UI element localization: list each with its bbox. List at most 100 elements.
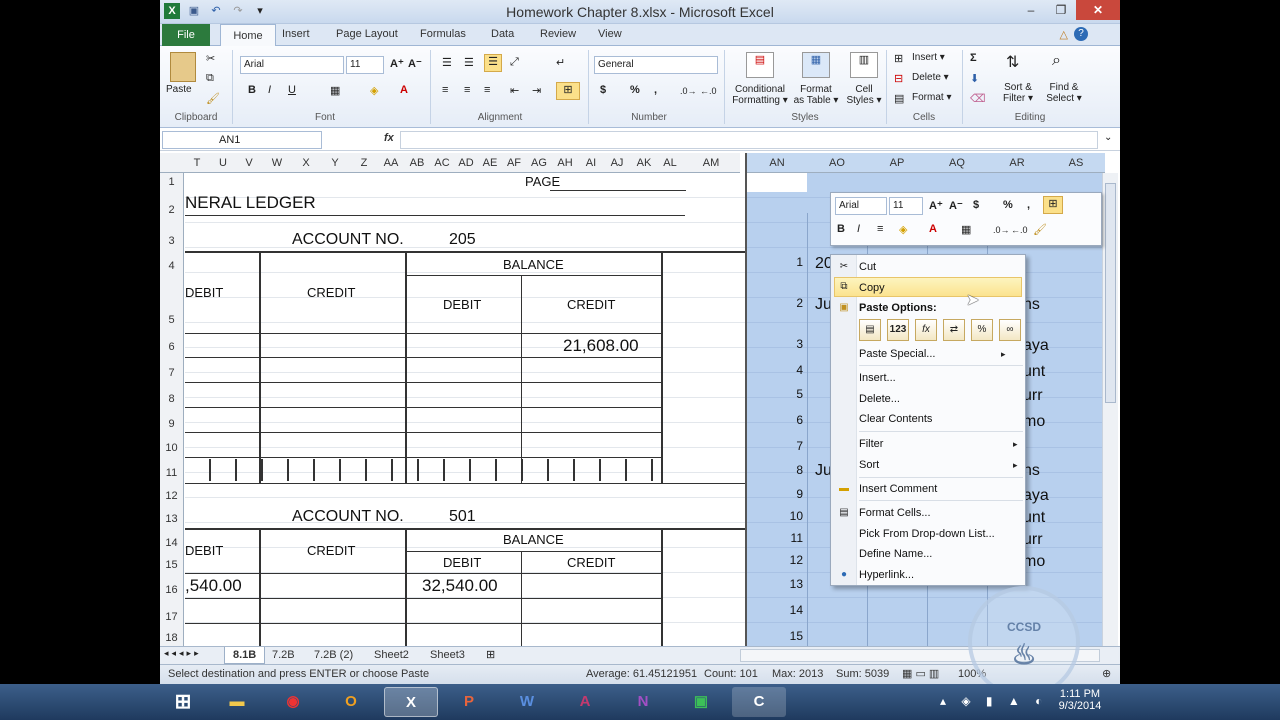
align-top-icon[interactable]: ☰ (442, 56, 452, 69)
mini-comma-icon[interactable]: , (1027, 199, 1030, 211)
row-header[interactable]: 5 (160, 278, 184, 334)
column-header[interactable]: W (262, 153, 292, 173)
column-header[interactable]: AM (682, 153, 740, 173)
column-header[interactable]: X (292, 153, 320, 173)
mini-percent-icon[interactable]: % (1003, 199, 1013, 211)
column-header[interactable]: AD (454, 153, 478, 173)
insert-cells-icon[interactable]: ⊞ (894, 52, 903, 65)
shrink-font-icon[interactable]: A⁻ (408, 57, 422, 70)
menu-sort[interactable]: Sort (859, 455, 1023, 475)
minimize-icon[interactable]: ‒ (1016, 0, 1046, 20)
mini-increase-decimal-icon[interactable]: .0→ (993, 225, 1010, 235)
taskbar-chrome-icon[interactable]: ◉ (266, 687, 320, 717)
minimize-ribbon-icon[interactable]: △ (1060, 28, 1068, 41)
mini-italic-icon[interactable]: I (857, 223, 860, 235)
column-header-selected[interactable]: AP (867, 153, 927, 173)
sheet-tab[interactable]: Sheet2 (366, 647, 417, 664)
row-header[interactable]: 7 (160, 360, 184, 386)
delete-cells-button[interactable]: Delete ▾ (912, 72, 949, 83)
tab-insert[interactable]: Insert (282, 28, 310, 40)
row-header[interactable]: 3 (160, 228, 184, 254)
sort-filter-button[interactable]: Sort & Filter ▾ (996, 82, 1040, 104)
column-header[interactable]: Z (350, 153, 378, 173)
taskbar-camtasia-icon[interactable]: C (732, 687, 786, 717)
close-icon[interactable]: ✕ (1076, 0, 1120, 20)
cell-styles-button[interactable]: Cell Styles ▾ (842, 84, 886, 106)
tab-home[interactable]: Home (220, 24, 276, 47)
tab-page-layout[interactable]: Page Layout (336, 28, 398, 40)
row-header[interactable]: 14 (160, 532, 184, 554)
taskbar-project-icon[interactable]: ▣ (674, 687, 728, 717)
taskbar-explorer-icon[interactable]: ▬ (210, 687, 264, 717)
menu-copy[interactable]: Copy (834, 277, 1022, 297)
tab-formulas[interactable]: Formulas (420, 28, 466, 40)
comma-format-button[interactable]: , (654, 84, 657, 96)
font-color-icon[interactable]: A (400, 84, 408, 96)
column-header[interactable]: AI (578, 153, 604, 173)
taskbar-excel-icon[interactable]: X (384, 687, 438, 717)
conditional-formatting-button[interactable]: Conditional Formatting ▾ (730, 84, 790, 106)
find-select-button[interactable]: Find & Select ▾ (1042, 82, 1086, 104)
increase-decimal-icon[interactable]: .0→ (680, 86, 697, 96)
row-header[interactable]: 12 (160, 486, 184, 506)
tray-icons[interactable]: ▴ ◈ ▮ ▲ ◐ (940, 694, 1048, 708)
menu-insert[interactable]: Insert... (859, 368, 1023, 388)
column-header[interactable]: AA (378, 153, 404, 173)
sheet-nav-icons[interactable]: ◂◂◂▸▸ (164, 648, 202, 659)
menu-delete[interactable]: Delete... (859, 389, 1023, 409)
align-middle-icon[interactable]: ☰ (464, 56, 474, 69)
cut-icon[interactable]: ✂ (206, 52, 215, 65)
tab-review[interactable]: Review (540, 28, 576, 40)
align-bottom-icon[interactable]: ☰ (484, 54, 502, 72)
underline-icon[interactable]: U (288, 84, 296, 96)
sheet-tab[interactable]: Sheet3 (422, 647, 473, 664)
column-header[interactable]: AC (430, 153, 454, 173)
row-header[interactable]: 4 (160, 254, 184, 278)
row-header[interactable]: 2 (160, 192, 184, 228)
row-header[interactable]: 9 (160, 412, 184, 436)
find-select-icon[interactable]: ⌕ (1052, 52, 1061, 70)
decrease-decimal-icon[interactable]: ←.0 (700, 86, 717, 96)
fill-icon[interactable]: ⬇ (970, 72, 979, 85)
menu-format-cells[interactable]: Format Cells... (859, 503, 1023, 523)
mini-merge-icon[interactable]: ⊞ (1043, 196, 1063, 214)
delete-cells-icon[interactable]: ⊟ (894, 72, 903, 85)
font-size-box[interactable]: 11 (346, 56, 384, 74)
column-header-selected[interactable]: AO (807, 153, 867, 173)
cell-styles-icon[interactable]: ▥ (850, 52, 878, 78)
row-header[interactable]: 11 (160, 460, 184, 486)
mini-format-painter-icon[interactable]: 🖌 (1033, 223, 1047, 236)
row-header[interactable]: 1 (160, 173, 184, 192)
mini-fill-color-icon[interactable]: ◈ (899, 223, 907, 236)
column-header[interactable]: AB (404, 153, 430, 173)
formula-input[interactable] (400, 131, 1098, 149)
paste-values-icon[interactable]: 123 (887, 319, 909, 341)
view-buttons[interactable]: ▦ ▭ ▥ (902, 665, 939, 683)
align-left-icon[interactable]: ≡ (442, 84, 448, 96)
copy-icon[interactable]: ⧉ (206, 72, 214, 85)
column-header-selected[interactable]: AN (747, 153, 807, 173)
font-name-box[interactable]: Arial (240, 56, 344, 74)
mini-currency-icon[interactable]: $ (973, 199, 979, 211)
insert-sheet-icon[interactable]: ⊞ (486, 648, 495, 661)
menu-insert-comment[interactable]: Insert Comment (859, 479, 1023, 499)
row-header[interactable]: 6 (160, 334, 184, 360)
paste-formulas-icon[interactable]: fx (915, 319, 937, 341)
zoom-in-icon[interactable]: ⊕ (1102, 665, 1111, 683)
mini-center-icon[interactable]: ≡ (877, 223, 883, 235)
paste-button[interactable]: Paste (166, 84, 192, 95)
paste-link-icon[interactable]: ∞ (999, 319, 1021, 341)
mini-grow-font-icon[interactable]: A⁺ (929, 199, 943, 212)
align-center-icon[interactable]: ≡ (464, 84, 470, 96)
paste-icon[interactable] (170, 52, 196, 82)
mini-bold-icon[interactable]: B (837, 223, 845, 235)
merge-center-icon[interactable]: ⊞ (556, 82, 580, 100)
clock[interactable]: 1:11 PM 9/3/2014 (1050, 688, 1110, 712)
column-header[interactable]: V (236, 153, 262, 173)
paste-icon[interactable]: ▤ (859, 319, 881, 341)
tab-data[interactable]: Data (491, 28, 514, 40)
format-as-table-button[interactable]: Format as Table ▾ (792, 84, 840, 106)
menu-paste-special[interactable]: Paste Special... (859, 344, 1023, 364)
expand-formula-icon[interactable]: ⌄ (1104, 132, 1112, 143)
row-header[interactable]: 18 (160, 630, 184, 646)
